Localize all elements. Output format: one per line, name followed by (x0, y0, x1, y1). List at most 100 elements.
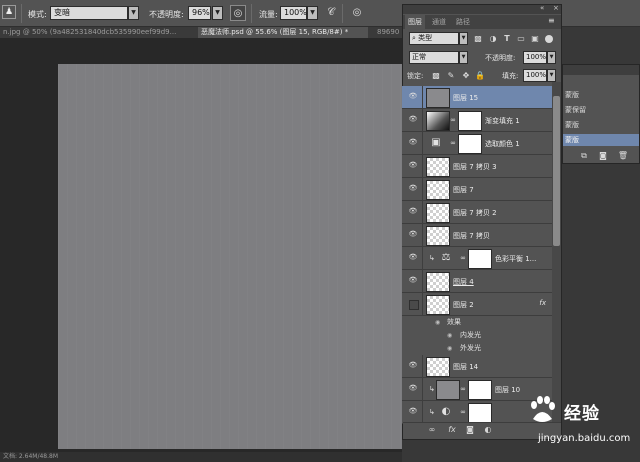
layer-mask-thumbnail[interactable] (468, 380, 492, 400)
layer-name[interactable]: 色彩平衡 1... (495, 254, 536, 264)
adjustment-layer-icon[interactable]: ◐ (482, 424, 494, 436)
visibility-toggle-icon[interactable] (409, 300, 419, 310)
filter-dropdown-arrow-icon[interactable]: ▼ (459, 32, 468, 45)
effect-row[interactable]: ◉ 内发光 (402, 329, 552, 342)
layer-mask-thumbnail[interactable] (468, 249, 492, 269)
visibility-eye-icon[interactable]: 👁 (407, 184, 419, 192)
flow-input[interactable]: 100% (280, 6, 307, 20)
layer-name[interactable]: 图层 7 拷贝 2 (453, 208, 497, 218)
layer-name[interactable]: 图层 14 (453, 362, 478, 372)
pixel-filter-icon[interactable]: ▩ (472, 33, 484, 45)
layer-mask-thumbnail[interactable] (458, 134, 482, 154)
effect-visibility-icon[interactable]: ◉ (447, 329, 452, 342)
panel-menu-icon[interactable]: ≡ (548, 16, 555, 25)
mask-link-chain-icon[interactable]: ∞ (460, 385, 466, 393)
fill-input[interactable]: 100% (523, 69, 547, 82)
layer-row[interactable]: 👁 图层 14 (402, 355, 552, 378)
link-layers-icon[interactable]: ∞ (426, 424, 438, 436)
layer-name[interactable]: 图层 7 拷贝 3 (453, 162, 497, 172)
fx-icon[interactable]: fx (446, 424, 458, 436)
history-item[interactable]: 蒙版 (563, 119, 639, 131)
trash-icon[interactable]: 🗑 (617, 150, 629, 162)
mask-link-chain-icon[interactable]: ∞ (450, 139, 456, 147)
effect-visibility-icon[interactable]: ◉ (447, 342, 452, 355)
layer-row[interactable]: 👁 ▣ ∞ 选取颜色 1 (402, 132, 552, 155)
visibility-eye-icon[interactable]: 👁 (407, 161, 419, 169)
history-item[interactable]: 蒙保留 (563, 104, 639, 116)
visibility-eye-icon[interactable]: 👁 (407, 207, 419, 215)
visibility-eye-icon[interactable]: 👁 (407, 230, 419, 238)
blend-mode-select[interactable]: 正常 (409, 51, 459, 64)
visibility-eye-icon[interactable]: 👁 (407, 138, 419, 146)
layer-row[interactable]: 图层 2 fx (402, 293, 552, 316)
visibility-eye-icon[interactable]: 👁 (407, 92, 419, 100)
lock-image-brush-icon[interactable]: ✎ (446, 70, 456, 81)
layer-opacity-input[interactable]: 100% (523, 51, 547, 64)
layer-name[interactable]: 图层 4 (453, 277, 474, 287)
visibility-eye-icon[interactable]: 👁 (407, 407, 419, 415)
add-mask-icon[interactable]: ◙ (464, 424, 476, 436)
effect-visibility-icon[interactable]: ◉ (435, 316, 440, 329)
snapshot-camera-icon[interactable]: ◙ (597, 150, 609, 162)
layer-name[interactable]: 图层 10 (495, 385, 520, 395)
layer-name[interactable]: 图层 15 (453, 93, 478, 103)
document-tab[interactable]: 89690 (374, 27, 402, 38)
filter-kind-select[interactable]: ⌕ 类型 (409, 32, 459, 45)
effects-group-row[interactable]: ◉ 效果 (402, 316, 552, 329)
new-document-icon[interactable]: ⧉ (578, 150, 590, 162)
visibility-eye-icon[interactable]: 👁 (407, 276, 419, 284)
pressure-opacity-icon[interactable]: ◎ (230, 5, 246, 21)
layer-row[interactable]: 👁 ↳ ⚖ ∞ 色彩平衡 1... (402, 247, 552, 270)
mask-link-chain-icon[interactable]: ∞ (460, 254, 466, 262)
visibility-eye-icon[interactable]: 👁 (407, 115, 419, 123)
mode-dropdown-arrow-icon[interactable]: ▼ (128, 6, 139, 20)
visibility-eye-icon[interactable]: 👁 (407, 361, 419, 369)
mode-select[interactable]: 变暗 (50, 6, 128, 20)
layer-row[interactable]: 👁 图层 7 拷贝 (402, 224, 552, 247)
tab-layers[interactable]: 图层 (405, 15, 425, 29)
document-tab-active[interactable]: 恶魔法师.psd @ 55.6% (图层 15, RGB/8#) * (198, 27, 368, 38)
layer-row[interactable]: 👁 图层 15 (402, 86, 552, 109)
fill-dropdown-arrow-icon[interactable]: ▼ (547, 69, 556, 82)
tab-channels[interactable]: 通道 (429, 15, 449, 29)
lock-all-padlock-icon[interactable]: 🔒 (475, 70, 485, 81)
shape-filter-icon[interactable]: ▭ (515, 33, 527, 45)
layer-name[interactable]: 图层 7 (453, 185, 474, 195)
visibility-eye-icon[interactable]: 👁 (407, 253, 419, 261)
document-canvas[interactable] (58, 64, 402, 449)
adjustment-filter-icon[interactable]: ◑ (487, 33, 499, 45)
history-item-selected[interactable]: 蒙版 (563, 134, 639, 146)
tool-preset-picker[interactable]: ♟ (2, 5, 16, 19)
layer-name[interactable]: 图层 2 (453, 300, 474, 310)
airbrush-icon[interactable]: 𝒞 (323, 5, 339, 21)
visibility-eye-icon[interactable]: 👁 (407, 384, 419, 392)
mask-link-chain-icon[interactable]: ∞ (460, 408, 466, 416)
lock-position-move-icon[interactable]: ✥ (461, 70, 471, 81)
collapse-icon[interactable]: « (540, 4, 544, 12)
filter-toggle-icon[interactable] (545, 35, 553, 43)
scrollbar-thumb[interactable] (553, 96, 560, 246)
mask-link-chain-icon[interactable]: ∞ (450, 116, 456, 124)
history-item[interactable]: 蒙版 (563, 89, 639, 101)
close-icon[interactable]: × (553, 4, 559, 12)
layer-row[interactable]: 👁 图层 7 拷贝 2 (402, 201, 552, 224)
layer-name[interactable]: 图层 7 拷贝 (453, 231, 490, 241)
opacity-dropdown-arrow-icon[interactable]: ▼ (212, 6, 223, 20)
lock-transparency-icon[interactable]: ▩ (431, 70, 441, 81)
layer-name[interactable]: 选取颜色 1 (485, 139, 520, 149)
smart-object-filter-icon[interactable]: ▣ (529, 33, 541, 45)
layer-mask-thumbnail[interactable] (458, 111, 482, 131)
pressure-size-icon[interactable]: ◎ (349, 5, 365, 21)
layer-row[interactable]: 👁 图层 7 拷贝 3 (402, 155, 552, 178)
layer-opacity-dropdown-arrow-icon[interactable]: ▼ (547, 51, 556, 64)
opacity-input[interactable]: 96% (188, 6, 211, 20)
layer-name[interactable]: 渐变填充 1 (485, 116, 520, 126)
layer-row[interactable]: 👁 图层 7 (402, 178, 552, 201)
layer-row[interactable]: 👁 ∞ 渐变填充 1 (402, 109, 552, 132)
blend-dropdown-arrow-icon[interactable]: ▼ (459, 51, 468, 64)
document-tab[interactable]: n.jpg @ 50% (9a482531840dcb535990eef99d9… (0, 27, 192, 38)
effect-row[interactable]: ◉ 外发光 (402, 342, 552, 355)
layer-mask-thumbnail[interactable] (468, 403, 492, 423)
type-filter-icon[interactable]: T (501, 33, 513, 45)
layer-effects-fx-icon[interactable]: fx (539, 299, 546, 307)
